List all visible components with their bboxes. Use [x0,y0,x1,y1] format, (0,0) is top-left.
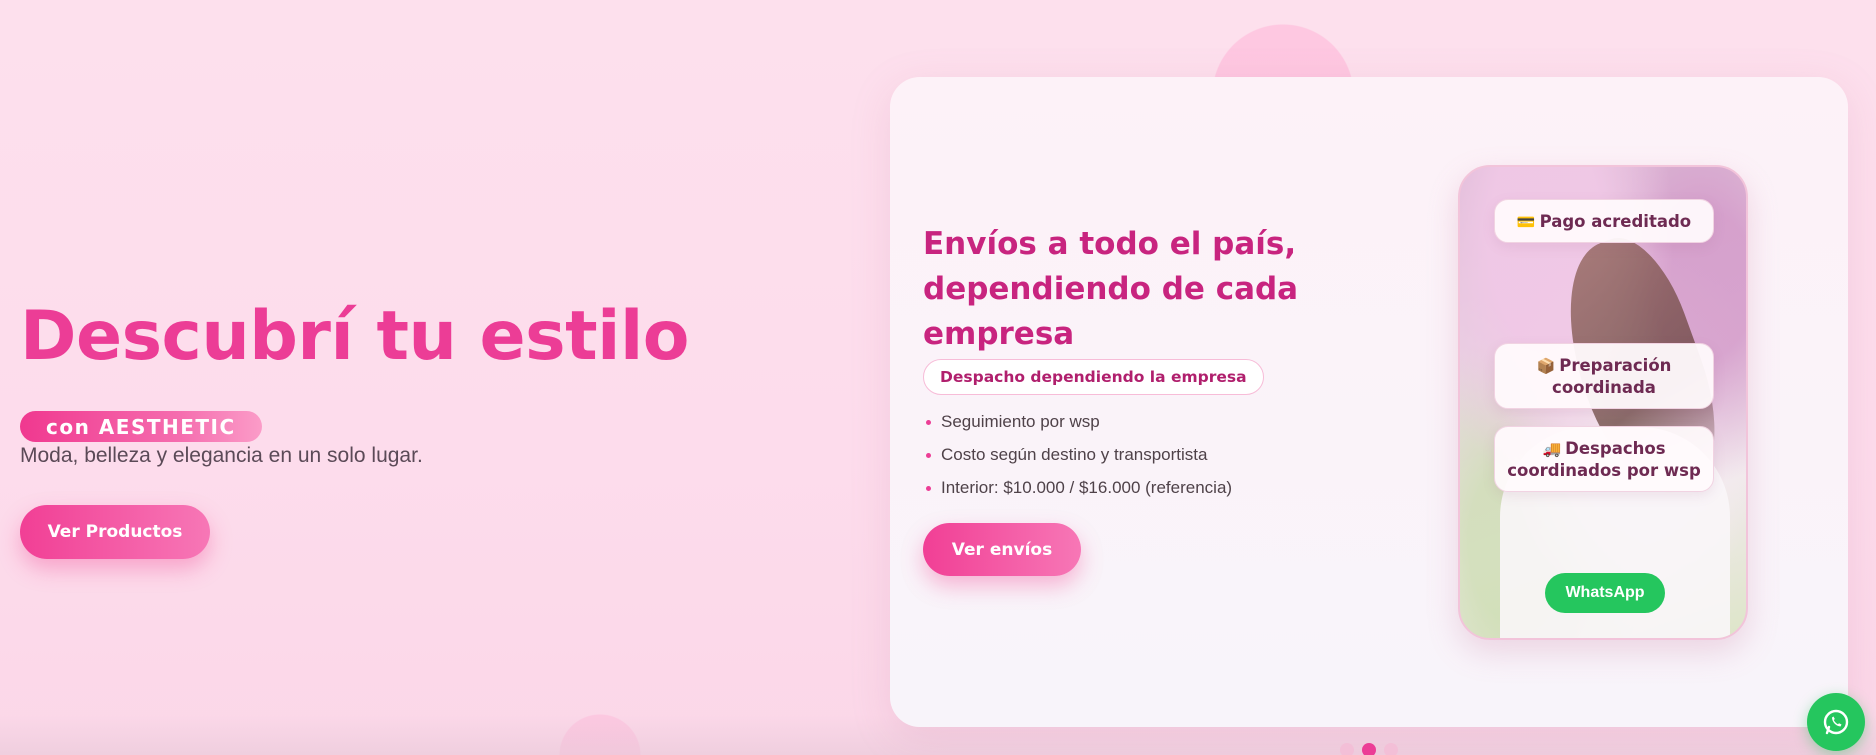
status-card-label: Preparación coordinada [1552,356,1672,397]
feature-text: Seguimiento por wsp [941,412,1100,431]
status-card-label: Pago acreditado [1539,212,1692,231]
brand-pill: con AESTHETIC [20,410,262,442]
slide-content: Envíos a todo el país, dependiendo de ca… [923,222,1353,576]
slide-badge: Despacho dependiendo la empresa [923,359,1264,395]
feature-list: Seguimiento por wsp Costo según destino … [923,411,1353,510]
hero-title: Descubrí tu estilo [20,297,689,376]
bullet-dot-icon [926,486,931,491]
bullet-dot-icon [926,420,931,425]
status-card-despachos: 🚚 Despachos coordinados por wsp [1494,426,1714,492]
ver-productos-button[interactable]: Ver Productos [20,504,210,559]
carousel-indicators [1340,743,1398,755]
package-icon: 📦 [1536,357,1556,375]
status-card-preparacion: 📦 Preparación coordinada [1494,343,1714,409]
list-item: Interior: $10.000 / $16.000 (referencia) [923,477,1353,510]
carousel-dot[interactable] [1384,743,1398,755]
feature-text: Interior: $10.000 / $16.000 (referencia) [941,478,1233,497]
feature-text: Costo según destino y transportista [941,445,1208,464]
hero-subtitle: Moda, belleza y elegancia en un solo lug… [20,443,423,467]
slide-title: Envíos a todo el país, dependiendo de ca… [923,226,1299,352]
whatsapp-button[interactable]: WhatsApp [1545,573,1665,613]
list-item: Seguimiento por wsp [923,411,1353,444]
truck-icon: 🚚 [1542,440,1562,458]
whatsapp-icon [1823,709,1849,735]
status-card-label: Despachos coordinados por wsp [1507,439,1701,480]
list-item: Costo según destino y transportista [923,444,1353,477]
credit-card-icon: 💳 [1516,213,1536,231]
whatsapp-float-button[interactable] [1807,693,1865,751]
phone-mockup: 💳 Pago acreditado 📦 Preparación coordinada… [1458,165,1748,640]
shipping-slide-card: Envíos a todo el país, dependiendo de ca… [890,77,1848,727]
bullet-dot-icon [926,453,931,458]
carousel-dot[interactable] [1340,743,1354,755]
ver-envios-button[interactable]: Ver envíos [923,523,1081,576]
carousel-dot-active[interactable] [1362,743,1376,755]
status-card-pago: 💳 Pago acreditado [1494,199,1714,243]
hero-section: Descubrí tu estilo con AESTHETIC Moda, b… [20,297,720,559]
